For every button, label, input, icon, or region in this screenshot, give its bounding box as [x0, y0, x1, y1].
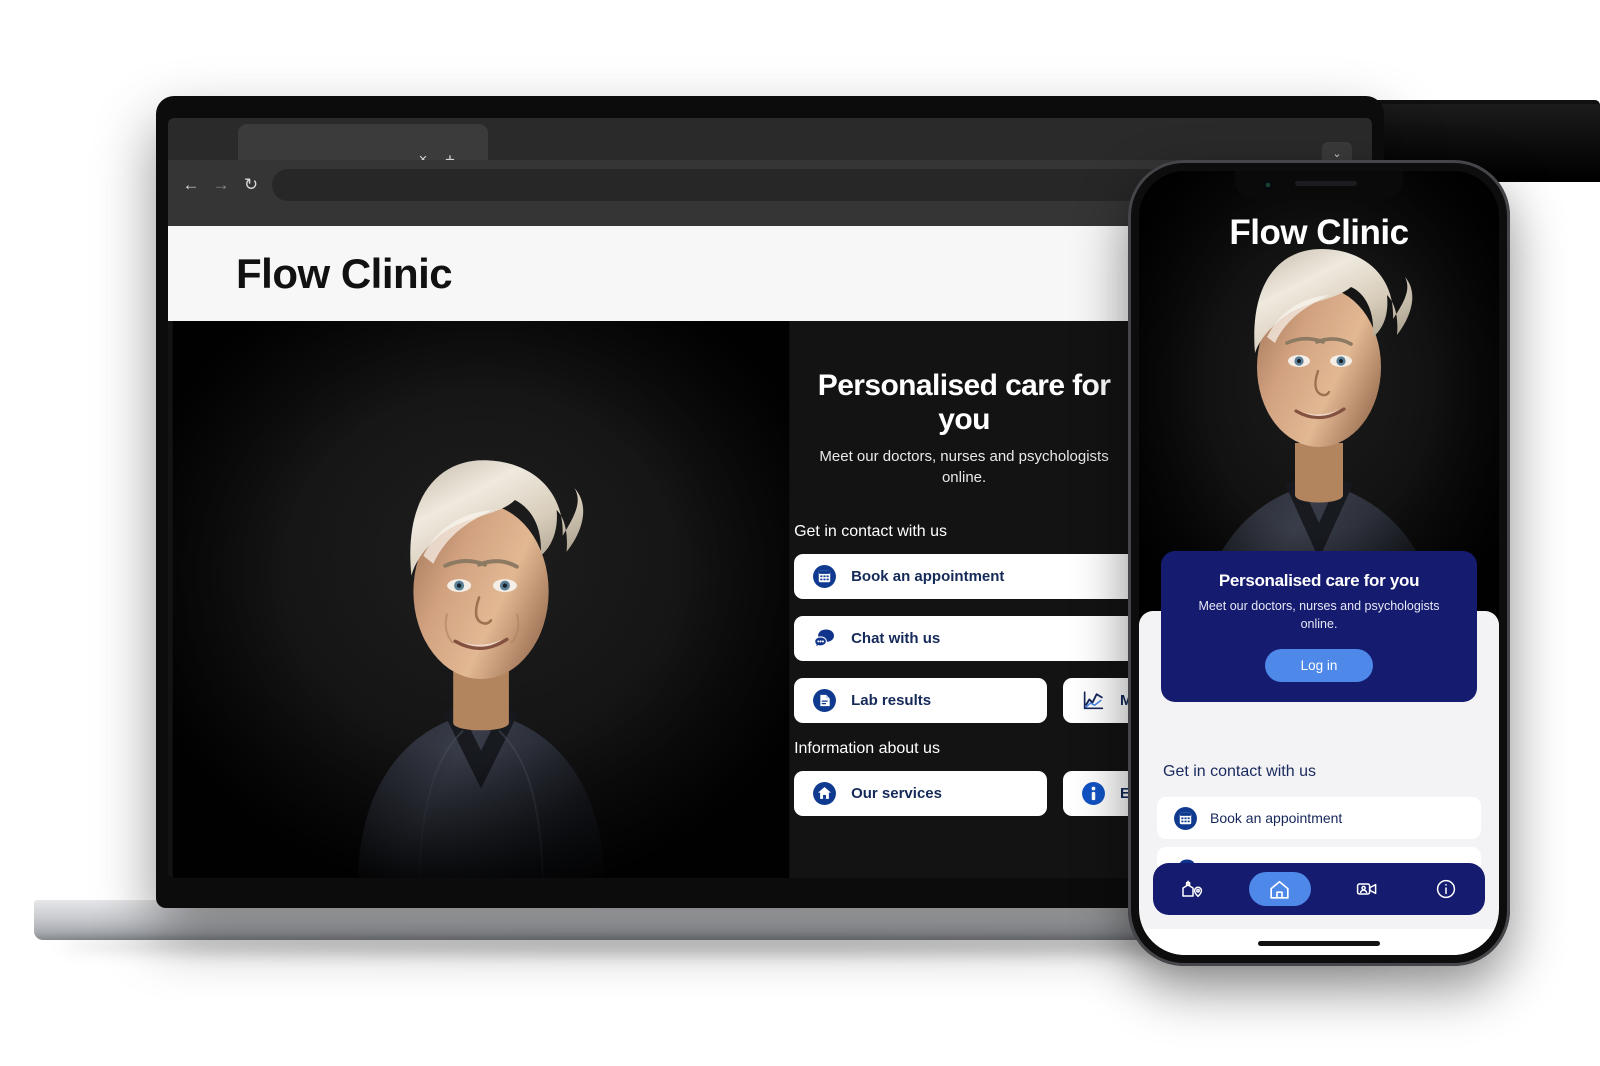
home-icon [1270, 880, 1289, 899]
phone-front-camera-icon [1263, 180, 1273, 190]
phone-section-label-contact: Get in contact with us [1163, 763, 1316, 780]
link-card-label: Book an appointment [851, 567, 1005, 585]
phone-notch [1235, 171, 1403, 199]
hero-subtitle: Meet our doctors, nurses and psychologis… [819, 448, 1109, 487]
phone-home-indicator [1258, 941, 1380, 946]
home-icon [813, 781, 837, 805]
link-card-our-services[interactable]: Our services [794, 770, 1048, 816]
phone-login-button[interactable]: Log in [1264, 649, 1374, 683]
chat-bubbles-icon [814, 629, 835, 648]
link-card-label: Our services [851, 784, 942, 802]
phone-nav-video-consult[interactable] [1345, 872, 1389, 906]
phone-page-title: Flow Clinic [1229, 213, 1409, 252]
phone-screen: Flow Clinic Personalised care for you Me… [1139, 171, 1499, 955]
calendar-icon [1174, 806, 1197, 830]
phone-bottom-navigation [1153, 863, 1485, 915]
page-title: Flow Clinic [236, 249, 453, 297]
back-icon[interactable]: ← [180, 174, 202, 196]
phone-device: Flow Clinic Personalised care for you Me… [1128, 160, 1510, 966]
browser-tab-strip: × + ⌄ [168, 118, 1372, 169]
clinician-portrait-illustration [172, 321, 790, 878]
phone-nav-info[interactable] [1424, 872, 1468, 906]
info-icon [1436, 879, 1455, 899]
phone-link-card-label: Book an appointment [1210, 810, 1343, 826]
phone-hero-subtitle: Meet our doctors, nurses and psychologis… [1198, 599, 1440, 632]
phone-speaker [1295, 181, 1357, 186]
phone-hero-panel: Personalised care for you Meet our docto… [1161, 551, 1477, 703]
info-icon [1082, 781, 1105, 805]
link-card-label: Lab results [851, 691, 932, 709]
document-icon [813, 688, 837, 712]
phone-link-card-book-an-appointment[interactable]: Book an appointment [1157, 797, 1481, 839]
line-chart-icon [1083, 690, 1104, 709]
hero-title: Personalised care for you [817, 369, 1111, 436]
reload-icon[interactable]: ↻ [240, 174, 262, 196]
hero-heading-block: Personalised care for you Meet our docto… [794, 369, 1134, 489]
link-card-lab-results[interactable]: Lab results [794, 677, 1048, 723]
link-card-label: Chat with us [851, 629, 941, 647]
video-consult-icon [1357, 883, 1377, 895]
clinician-photo [168, 321, 794, 878]
calendar-icon [813, 564, 837, 588]
mockup-stage: × + ⌄ ← → ↻ ☆ Flow Clinic Log in [0, 0, 1600, 1066]
phone-nav-home[interactable] [1248, 872, 1311, 906]
phone-nav-clinics[interactable] [1170, 872, 1214, 906]
phone-hero-title: Personalised care for you [1218, 571, 1420, 590]
clinic-location-icon [1182, 880, 1203, 898]
forward-icon[interactable]: → [210, 174, 232, 196]
